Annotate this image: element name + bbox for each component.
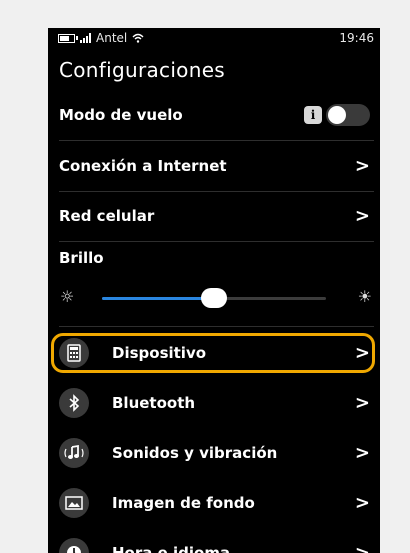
chevron-right-icon: >: [354, 542, 370, 553]
airplane-mode-toggle[interactable]: [326, 104, 370, 126]
time-language-row[interactable]: Hora e idioma >: [48, 528, 380, 553]
chevron-right-icon: >: [354, 155, 370, 177]
brightness-low-icon: ☼: [60, 287, 75, 306]
battery-icon: [58, 33, 78, 43]
wifi-icon: [132, 33, 144, 43]
internet-label: Conexión a Internet: [59, 157, 227, 175]
wallpaper-icon: [59, 488, 89, 518]
airplane-mode-label: Modo de vuelo: [59, 106, 183, 124]
wallpaper-row[interactable]: Imagen de fondo >: [48, 478, 380, 528]
bluetooth-label: Bluetooth: [112, 394, 196, 412]
status-bar: Antel 19:46: [48, 28, 380, 48]
brightness-label: Brillo: [59, 249, 104, 267]
slider-thumb[interactable]: [201, 288, 227, 308]
sound-label: Sonidos y vibración: [112, 444, 278, 462]
internet-row[interactable]: Conexión a Internet >: [48, 141, 380, 191]
device-row[interactable]: Dispositivo >: [48, 328, 380, 378]
wallpaper-label: Imagen de fondo: [112, 494, 255, 512]
sound-icon: [59, 438, 89, 468]
chevron-right-icon: >: [354, 492, 370, 514]
status-time: 19:46: [339, 31, 374, 45]
brightness-slider[interactable]: ☼ ☀: [48, 283, 380, 313]
settings-screen: Antel 19:46 Configuraciones Modo de vuel…: [48, 28, 380, 553]
signal-icon: [80, 33, 91, 43]
page-title: Configuraciones: [59, 58, 226, 82]
device-icon: [59, 338, 89, 368]
cellular-label: Red celular: [59, 207, 155, 225]
carrier-name: Antel: [96, 31, 128, 45]
divider: [59, 326, 374, 327]
chevron-right-icon: >: [354, 442, 370, 464]
bluetooth-icon: [59, 388, 89, 418]
divider: [59, 241, 374, 242]
brightness-high-icon: ☀: [357, 287, 372, 306]
info-icon[interactable]: i: [304, 106, 322, 124]
toggle-knob: [328, 106, 346, 124]
airplane-mode-row: Modo de vuelo i: [48, 90, 380, 140]
sound-row[interactable]: Sonidos y vibración >: [48, 428, 380, 478]
device-label: Dispositivo: [112, 344, 207, 362]
bluetooth-row[interactable]: Bluetooth >: [48, 378, 380, 428]
slider-fill: [102, 297, 214, 300]
chevron-right-icon: >: [354, 392, 370, 414]
chevron-right-icon: >: [354, 205, 370, 227]
chevron-right-icon: >: [354, 342, 370, 364]
time-language-label: Hora e idioma: [112, 544, 231, 553]
cellular-row[interactable]: Red celular >: [48, 191, 380, 241]
clock-icon: [59, 538, 89, 553]
